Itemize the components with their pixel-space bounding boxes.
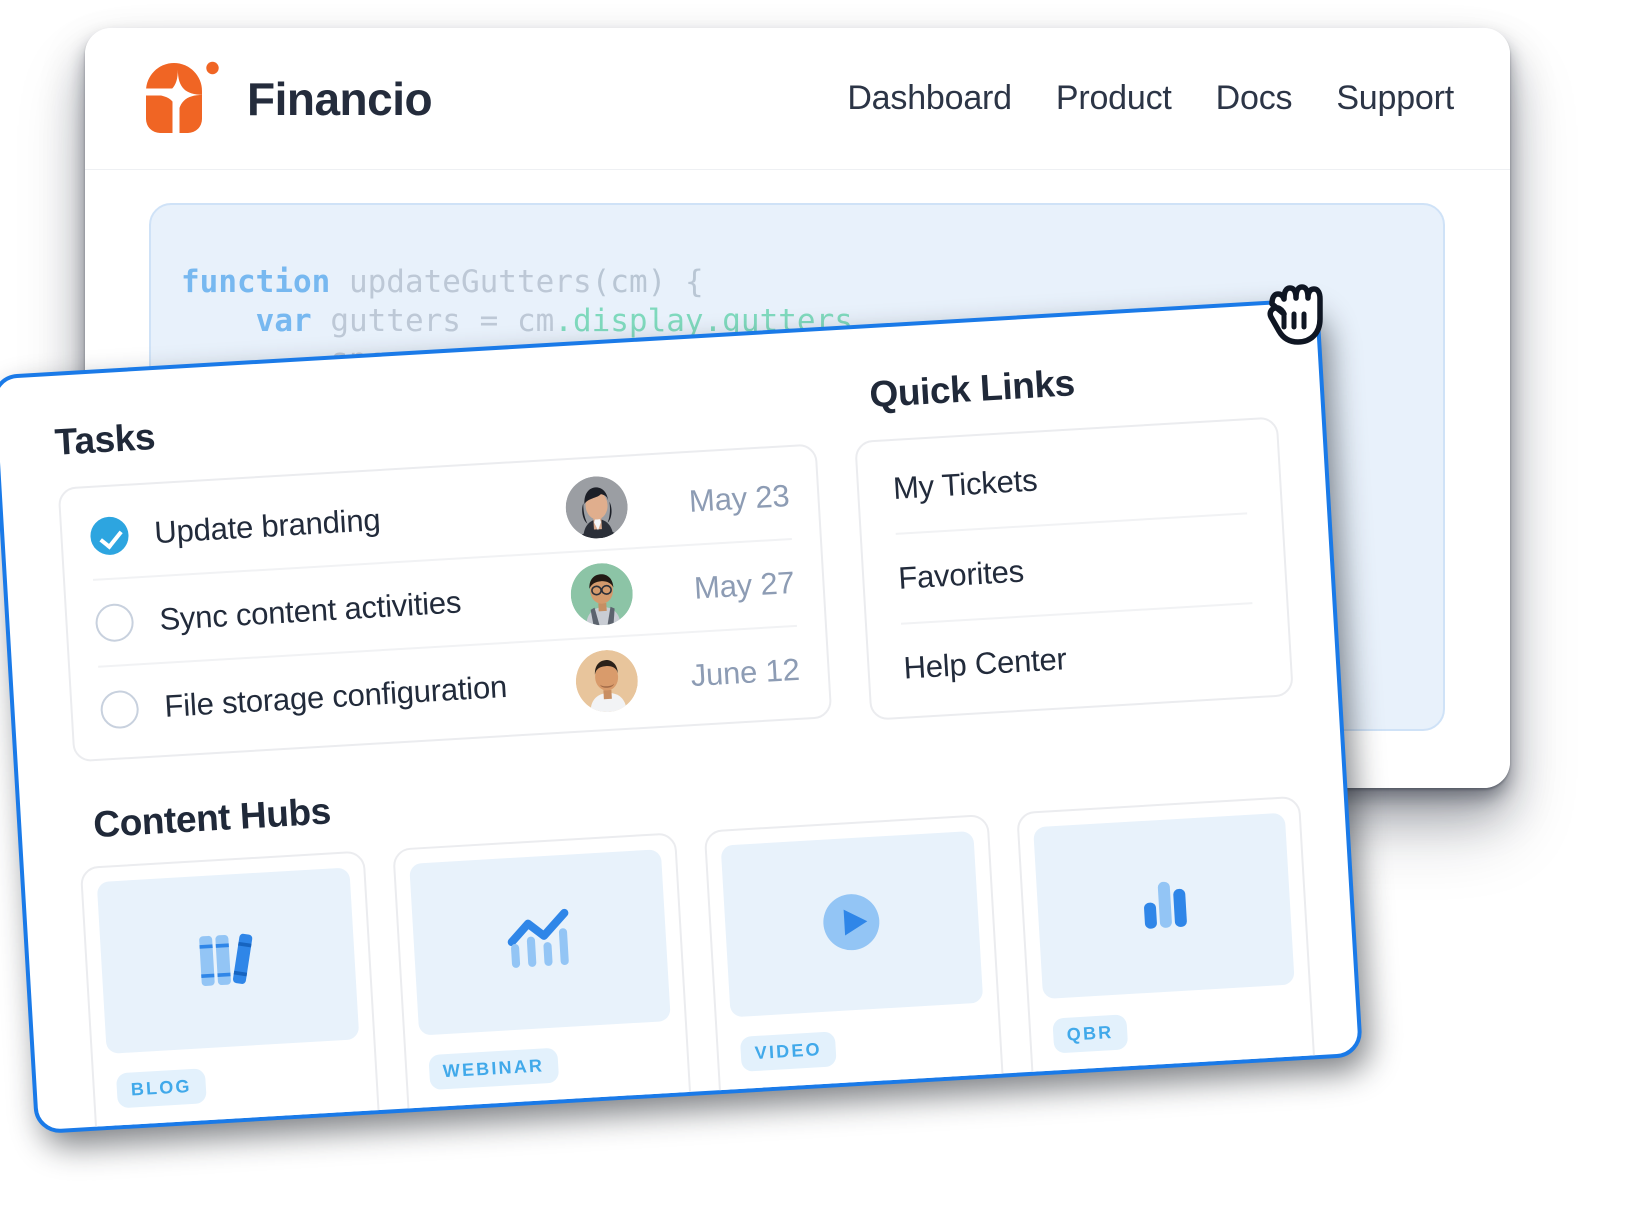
screenshot-stage: Financio Dashboard Product Docs Support … xyxy=(0,0,1638,1208)
books-icon xyxy=(186,917,269,1004)
task-date: June 12 xyxy=(689,651,801,693)
status-badge: VIDEO xyxy=(739,1031,837,1072)
tasks-section: Tasks Update branding May 23 Sync conten… xyxy=(54,378,833,763)
nav-item-product[interactable]: Product xyxy=(1056,79,1172,118)
task-label: Sync content activities xyxy=(158,583,463,637)
tasks-panel: Update branding May 23 Sync content acti… xyxy=(57,443,833,763)
task-label: File storage configuration xyxy=(163,668,508,724)
hub-thumbnail xyxy=(1032,812,1295,1000)
status-badge: WEBINAR xyxy=(427,1047,560,1091)
main-nav: Dashboard Product Docs Support xyxy=(847,79,1454,118)
task-checkbox[interactable] xyxy=(94,602,135,643)
bar-chart-icon xyxy=(1125,865,1201,946)
nav-item-support[interactable]: Support xyxy=(1336,79,1454,118)
status-badge: BLOG xyxy=(115,1068,207,1109)
nav-item-dashboard[interactable]: Dashboard xyxy=(847,79,1012,118)
task-date: May 23 xyxy=(687,477,791,519)
content-hub-card-blog[interactable]: BLOG Growth Best Practices xyxy=(79,850,385,1135)
quick-links-title: Quick Links xyxy=(868,362,1076,416)
hub-thumbnail xyxy=(720,830,983,1018)
brand-name: Financio xyxy=(247,72,433,125)
task-date: May 27 xyxy=(693,564,796,606)
brand[interactable]: Financio xyxy=(140,57,433,140)
content-hub-card-webinar[interactable]: WEBINAR Customer Enablement xyxy=(391,832,697,1135)
task-checkbox[interactable] xyxy=(99,688,140,730)
task-label: Update branding xyxy=(153,501,382,550)
app-header: Financio Dashboard Product Docs Support xyxy=(85,28,1510,170)
avatar xyxy=(564,474,630,540)
hub-thumbnail xyxy=(408,849,671,1036)
hub-thumbnail xyxy=(96,867,359,1054)
code-line: function updateGutters(cm) { xyxy=(181,264,704,300)
draggable-overlay-panel[interactable]: Tasks Update branding May 23 Sync conten… xyxy=(0,297,1370,1148)
task-checkbox-checked[interactable] xyxy=(89,515,130,556)
avatar xyxy=(574,648,640,714)
nav-item-docs[interactable]: Docs xyxy=(1216,79,1293,118)
status-badge: QBR xyxy=(1051,1014,1129,1054)
financio-sparkle-logo-icon xyxy=(140,57,223,140)
play-circle-icon xyxy=(814,884,890,965)
quick-links-panel: My Tickets Favorites Help Center xyxy=(854,416,1294,721)
quick-links-section: Quick Links My Tickets Favorites Help Ce… xyxy=(850,351,1294,721)
avatar xyxy=(569,561,635,627)
chart-trend-icon xyxy=(498,899,581,986)
